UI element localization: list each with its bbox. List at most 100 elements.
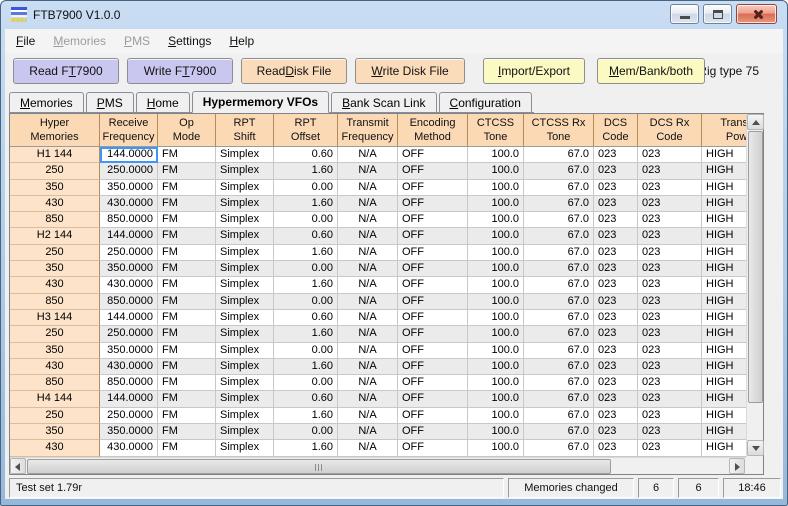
cell-dcs[interactable]: 023 [594, 294, 638, 310]
cell-shift[interactable]: Simplex [216, 261, 274, 277]
row-header[interactable]: 430 [10, 440, 100, 456]
cell-ctcss[interactable]: 100.0 [468, 277, 524, 293]
cell-ctcss[interactable]: 100.0 [468, 245, 524, 261]
cell-pwr[interactable]: HIGH [702, 391, 746, 407]
row-header[interactable]: H3 144 [10, 310, 100, 326]
cell-ctcssrx[interactable]: 67.0 [524, 212, 594, 228]
cell-ctcssrx[interactable]: 67.0 [524, 440, 594, 456]
tab-memories[interactable]: Memories [9, 92, 84, 112]
cell-mode[interactable]: FM [158, 180, 216, 196]
cell-rx[interactable]: 250.0000 [100, 163, 158, 179]
maximize-button[interactable] [703, 4, 732, 24]
cell-ctcss[interactable]: 100.0 [468, 440, 524, 456]
cell-pwr[interactable]: HIGH [702, 326, 746, 342]
cell-dcs[interactable]: 023 [594, 212, 638, 228]
cell-offset[interactable]: 0.60 [274, 310, 338, 326]
cell-offset[interactable]: 1.60 [274, 408, 338, 424]
row-header[interactable]: 430 [10, 277, 100, 293]
cell-tx[interactable]: N/A [338, 196, 398, 212]
cell-dcs[interactable]: 023 [594, 359, 638, 375]
cell-dcsrx[interactable]: 023 [638, 261, 702, 277]
row-header[interactable]: 350 [10, 261, 100, 277]
row-header[interactable]: 350 [10, 424, 100, 440]
cell-enc[interactable]: OFF [398, 359, 468, 375]
cell-shift[interactable]: Simplex [216, 294, 274, 310]
cell-rx[interactable]: 350.0000 [100, 180, 158, 196]
cell-offset[interactable]: 1.60 [274, 245, 338, 261]
cell-tx[interactable]: N/A [338, 277, 398, 293]
cell-mode[interactable]: FM [158, 375, 216, 391]
cell-rx[interactable]: 850.0000 [100, 294, 158, 310]
cell-pwr[interactable]: HIGH [702, 359, 746, 375]
cell-rx[interactable]: 430.0000 [100, 440, 158, 456]
row-header[interactable]: 250 [10, 326, 100, 342]
cell-tx[interactable]: N/A [338, 212, 398, 228]
cell-pwr[interactable]: HIGH [702, 375, 746, 391]
cell-mode[interactable]: FM [158, 359, 216, 375]
cell-mode[interactable]: FM [158, 163, 216, 179]
row-header[interactable]: 250 [10, 163, 100, 179]
cell-ctcss[interactable]: 100.0 [468, 212, 524, 228]
cell-offset[interactable]: 1.60 [274, 196, 338, 212]
cell-mode[interactable]: FM [158, 212, 216, 228]
cell-dcs[interactable]: 023 [594, 408, 638, 424]
cell-enc[interactable]: OFF [398, 310, 468, 326]
cell-mode[interactable]: FM [158, 310, 216, 326]
cell-offset[interactable]: 0.00 [274, 375, 338, 391]
cell-dcsrx[interactable]: 023 [638, 245, 702, 261]
cell-tx[interactable]: N/A [338, 180, 398, 196]
cell-shift[interactable]: Simplex [216, 212, 274, 228]
cell-mode[interactable]: FM [158, 440, 216, 456]
cell-dcs[interactable]: 023 [594, 277, 638, 293]
scroll-down-button[interactable] [747, 440, 764, 456]
cell-dcsrx[interactable]: 023 [638, 359, 702, 375]
cell-dcs[interactable]: 023 [594, 375, 638, 391]
cell-shift[interactable]: Simplex [216, 147, 274, 163]
cell-rx[interactable]: 350.0000 [100, 343, 158, 359]
cell-dcs[interactable]: 023 [594, 228, 638, 244]
cell-dcsrx[interactable]: 023 [638, 375, 702, 391]
cell-offset[interactable]: 1.60 [274, 359, 338, 375]
cell-tx[interactable]: N/A [338, 359, 398, 375]
cell-pwr[interactable]: HIGH [702, 228, 746, 244]
cell-enc[interactable]: OFF [398, 408, 468, 424]
cell-tx[interactable]: N/A [338, 326, 398, 342]
cell-ctcss[interactable]: 100.0 [468, 163, 524, 179]
cell-ctcssrx[interactable]: 67.0 [524, 277, 594, 293]
cell-shift[interactable]: Simplex [216, 375, 274, 391]
cell-rx[interactable]: 144.0000 [100, 147, 158, 163]
cell-ctcss[interactable]: 100.0 [468, 375, 524, 391]
cell-shift[interactable]: Simplex [216, 424, 274, 440]
cell-dcsrx[interactable]: 023 [638, 343, 702, 359]
cell-pwr[interactable]: HIGH [702, 424, 746, 440]
cell-tx[interactable]: N/A [338, 228, 398, 244]
cell-enc[interactable]: OFF [398, 147, 468, 163]
cell-shift[interactable]: Simplex [216, 228, 274, 244]
cell-dcs[interactable]: 023 [594, 424, 638, 440]
cell-offset[interactable]: 1.60 [274, 277, 338, 293]
cell-pwr[interactable]: HIGH [702, 408, 746, 424]
cell-dcs[interactable]: 023 [594, 440, 638, 456]
cell-ctcssrx[interactable]: 67.0 [524, 163, 594, 179]
vertical-scrollbar[interactable] [746, 114, 763, 457]
scroll-up-button[interactable] [747, 114, 764, 130]
cell-ctcssrx[interactable]: 67.0 [524, 294, 594, 310]
cell-shift[interactable]: Simplex [216, 440, 274, 456]
cell-mode[interactable]: FM [158, 261, 216, 277]
close-button[interactable] [736, 4, 777, 24]
cell-offset[interactable]: 0.00 [274, 424, 338, 440]
cell-dcs[interactable]: 023 [594, 163, 638, 179]
cell-ctcssrx[interactable]: 67.0 [524, 359, 594, 375]
cell-pwr[interactable]: HIGH [702, 147, 746, 163]
cell-rx[interactable]: 144.0000 [100, 228, 158, 244]
menu-item-file[interactable]: File [7, 30, 44, 52]
cell-ctcss[interactable]: 100.0 [468, 326, 524, 342]
mem-bank-both-button[interactable]: Mem/Bank/both [597, 58, 705, 84]
row-header[interactable]: H4 144 [10, 391, 100, 407]
cell-tx[interactable]: N/A [338, 163, 398, 179]
cell-dcsrx[interactable]: 023 [638, 147, 702, 163]
cell-dcs[interactable]: 023 [594, 261, 638, 277]
cell-rx[interactable]: 430.0000 [100, 277, 158, 293]
cell-enc[interactable]: OFF [398, 196, 468, 212]
cell-pwr[interactable]: HIGH [702, 440, 746, 456]
